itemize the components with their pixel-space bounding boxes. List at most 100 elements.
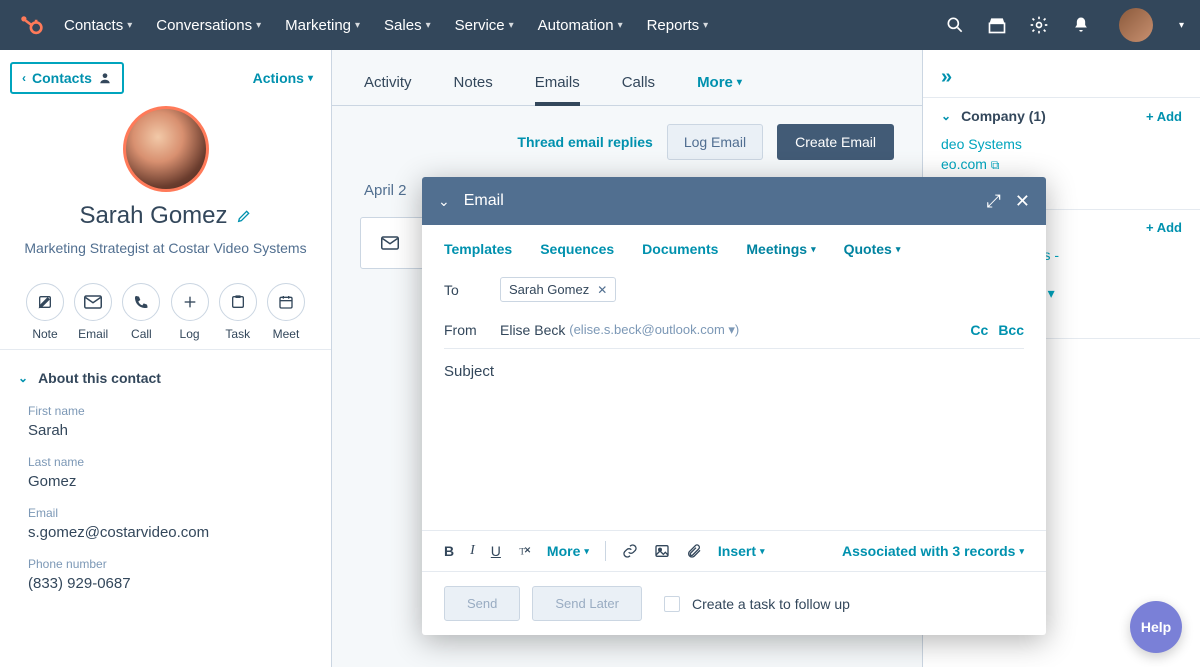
italic-button[interactable]: I xyxy=(470,543,475,559)
help-button[interactable]: Help xyxy=(1130,601,1182,653)
email-body-editor[interactable] xyxy=(422,390,1046,530)
nav-conversations[interactable]: Conversations▾ xyxy=(156,17,261,34)
task-button[interactable]: Task xyxy=(219,283,257,341)
tab-calls[interactable]: Calls xyxy=(622,74,655,105)
chevron-down-icon: ▾ xyxy=(1179,20,1184,31)
associated-records-dropdown[interactable]: Associated with 3 records▾ xyxy=(842,543,1024,559)
nav-sales[interactable]: Sales▾ xyxy=(384,17,431,34)
add-deal-link[interactable]: + Add xyxy=(1146,220,1182,235)
nav-menu: Contacts▾ Conversations▾ Marketing▾ Sale… xyxy=(64,17,945,34)
log-email-button[interactable]: Log Email xyxy=(667,124,763,160)
tab-emails[interactable]: Emails xyxy=(535,74,580,105)
settings-icon[interactable] xyxy=(1029,15,1049,35)
log-button[interactable]: Log xyxy=(171,283,209,341)
send-later-button[interactable]: Send Later xyxy=(532,586,642,621)
nav-contacts[interactable]: Contacts▾ xyxy=(64,17,132,34)
company-panel-toggle[interactable]: ⌄ Company (1) xyxy=(941,108,1046,124)
company-domain-link[interactable]: eo.com⧉ xyxy=(941,156,1182,173)
marketplace-icon[interactable] xyxy=(987,15,1007,35)
sequences-link[interactable]: Sequences xyxy=(540,241,614,257)
call-button[interactable]: Call xyxy=(122,283,160,341)
company-name-link[interactable]: deo Systems xyxy=(941,136,1182,152)
plus-icon xyxy=(182,294,198,310)
note-icon xyxy=(37,294,53,310)
chevron-down-icon: ▾ xyxy=(426,20,431,31)
chevron-down-icon: ▾ xyxy=(127,20,132,31)
field-email[interactable]: Email s.gomez@costarvideo.com xyxy=(0,502,331,553)
contact-sidebar: ‹ Contacts Actions▾ Sarah Gomez Marketin… xyxy=(0,50,332,667)
clear-format-button[interactable]: T xyxy=(517,544,531,558)
chevron-down-icon: ▾ xyxy=(509,20,514,31)
actions-dropdown[interactable]: Actions▾ xyxy=(253,70,313,86)
send-bar: Send Send Later Create a task to follow … xyxy=(422,571,1046,635)
add-company-link[interactable]: + Add xyxy=(1146,109,1182,124)
chevron-down-icon: ▾ xyxy=(760,546,765,557)
composer-header[interactable]: ⌄ Email ⤢ ✕ xyxy=(422,177,1046,225)
notifications-icon[interactable] xyxy=(1071,15,1091,35)
nav-marketing[interactable]: Marketing▾ xyxy=(285,17,360,34)
subject-row[interactable]: Subject xyxy=(422,349,1046,390)
chevron-down-icon: ▾ xyxy=(1019,546,1024,557)
bold-button[interactable]: B xyxy=(444,543,454,559)
insert-dropdown[interactable]: Insert▾ xyxy=(718,543,765,559)
user-avatar[interactable] xyxy=(1119,8,1153,42)
create-task-checkbox[interactable] xyxy=(664,596,680,612)
quotes-dropdown[interactable]: Quotes▾ xyxy=(844,241,901,257)
from-email-dropdown[interactable]: (elise.s.beck@outlook.com ▾) xyxy=(569,322,739,338)
back-to-contacts[interactable]: ‹ Contacts xyxy=(10,62,124,94)
pencil-icon[interactable] xyxy=(236,208,252,224)
expand-sidebar-icon[interactable]: » xyxy=(923,50,1200,97)
about-section-toggle[interactable]: ⌄ About this contact xyxy=(0,349,331,400)
tab-more[interactable]: More▾ xyxy=(697,74,742,105)
from-row[interactable]: From Elise Beck (elise.s.beck@outlook.co… xyxy=(422,312,1046,348)
templates-link[interactable]: Templates xyxy=(444,241,512,257)
attachment-button[interactable] xyxy=(686,543,702,559)
meetings-dropdown[interactable]: Meetings▾ xyxy=(746,241,815,257)
documents-link[interactable]: Documents xyxy=(642,241,718,257)
meet-button[interactable]: Meet xyxy=(267,283,305,341)
external-link-icon: ⧉ xyxy=(991,158,1000,172)
field-first-name[interactable]: First name Sarah xyxy=(0,400,331,451)
expand-icon[interactable]: ⤢ xyxy=(987,191,1001,212)
link-button[interactable] xyxy=(622,543,638,559)
back-label: Contacts xyxy=(32,70,92,86)
svg-text:T: T xyxy=(519,548,525,558)
search-icon[interactable] xyxy=(945,15,965,35)
nav-automation[interactable]: Automation▾ xyxy=(538,17,623,34)
remove-chip-icon[interactable]: ✕ xyxy=(597,283,607,297)
recipient-chip[interactable]: Sarah Gomez ✕ xyxy=(500,277,616,302)
chevron-left-icon: ‹ xyxy=(22,71,26,85)
chevron-down-icon: ▾ xyxy=(703,20,708,31)
email-button[interactable]: Email xyxy=(74,283,112,341)
thread-replies-link[interactable]: Thread email replies xyxy=(517,134,652,150)
envelope-icon xyxy=(84,295,102,309)
top-nav: Contacts▾ Conversations▾ Marketing▾ Sale… xyxy=(0,0,1200,50)
chevron-down-icon: ▾ xyxy=(1048,285,1055,301)
send-button[interactable]: Send xyxy=(444,586,520,621)
underline-button[interactable]: U xyxy=(491,543,501,559)
chevron-down-icon[interactable]: ⌄ xyxy=(438,193,450,210)
chevron-down-icon: ▾ xyxy=(737,77,742,88)
close-icon[interactable]: ✕ xyxy=(1015,191,1030,212)
contact-avatar[interactable] xyxy=(123,106,209,192)
contact-actions: Note Email Call Log Task Meet xyxy=(0,269,331,349)
nav-utility: ▾ xyxy=(945,8,1184,42)
tab-notes[interactable]: Notes xyxy=(454,74,493,105)
chevron-down-icon: ⌄ xyxy=(18,371,28,385)
to-row[interactable]: To Sarah Gomez ✕ xyxy=(422,267,1046,312)
hubspot-logo[interactable] xyxy=(16,11,44,39)
record-tabs: Activity Notes Emails Calls More▾ xyxy=(332,50,922,106)
nav-reports[interactable]: Reports▾ xyxy=(647,17,709,34)
nav-service[interactable]: Service▾ xyxy=(455,17,514,34)
field-phone[interactable]: Phone number (833) 929-0687 xyxy=(0,553,331,604)
field-last-name[interactable]: Last name Gomez xyxy=(0,451,331,502)
tab-activity[interactable]: Activity xyxy=(364,74,412,105)
image-button[interactable] xyxy=(654,543,670,559)
more-format-dropdown[interactable]: More▾ xyxy=(547,543,589,559)
create-email-button[interactable]: Create Email xyxy=(777,124,894,160)
task-icon xyxy=(230,294,246,310)
cc-link[interactable]: Cc xyxy=(970,322,988,338)
composer-title: Email xyxy=(464,192,973,210)
note-button[interactable]: Note xyxy=(26,283,64,341)
bcc-link[interactable]: Bcc xyxy=(998,322,1024,338)
